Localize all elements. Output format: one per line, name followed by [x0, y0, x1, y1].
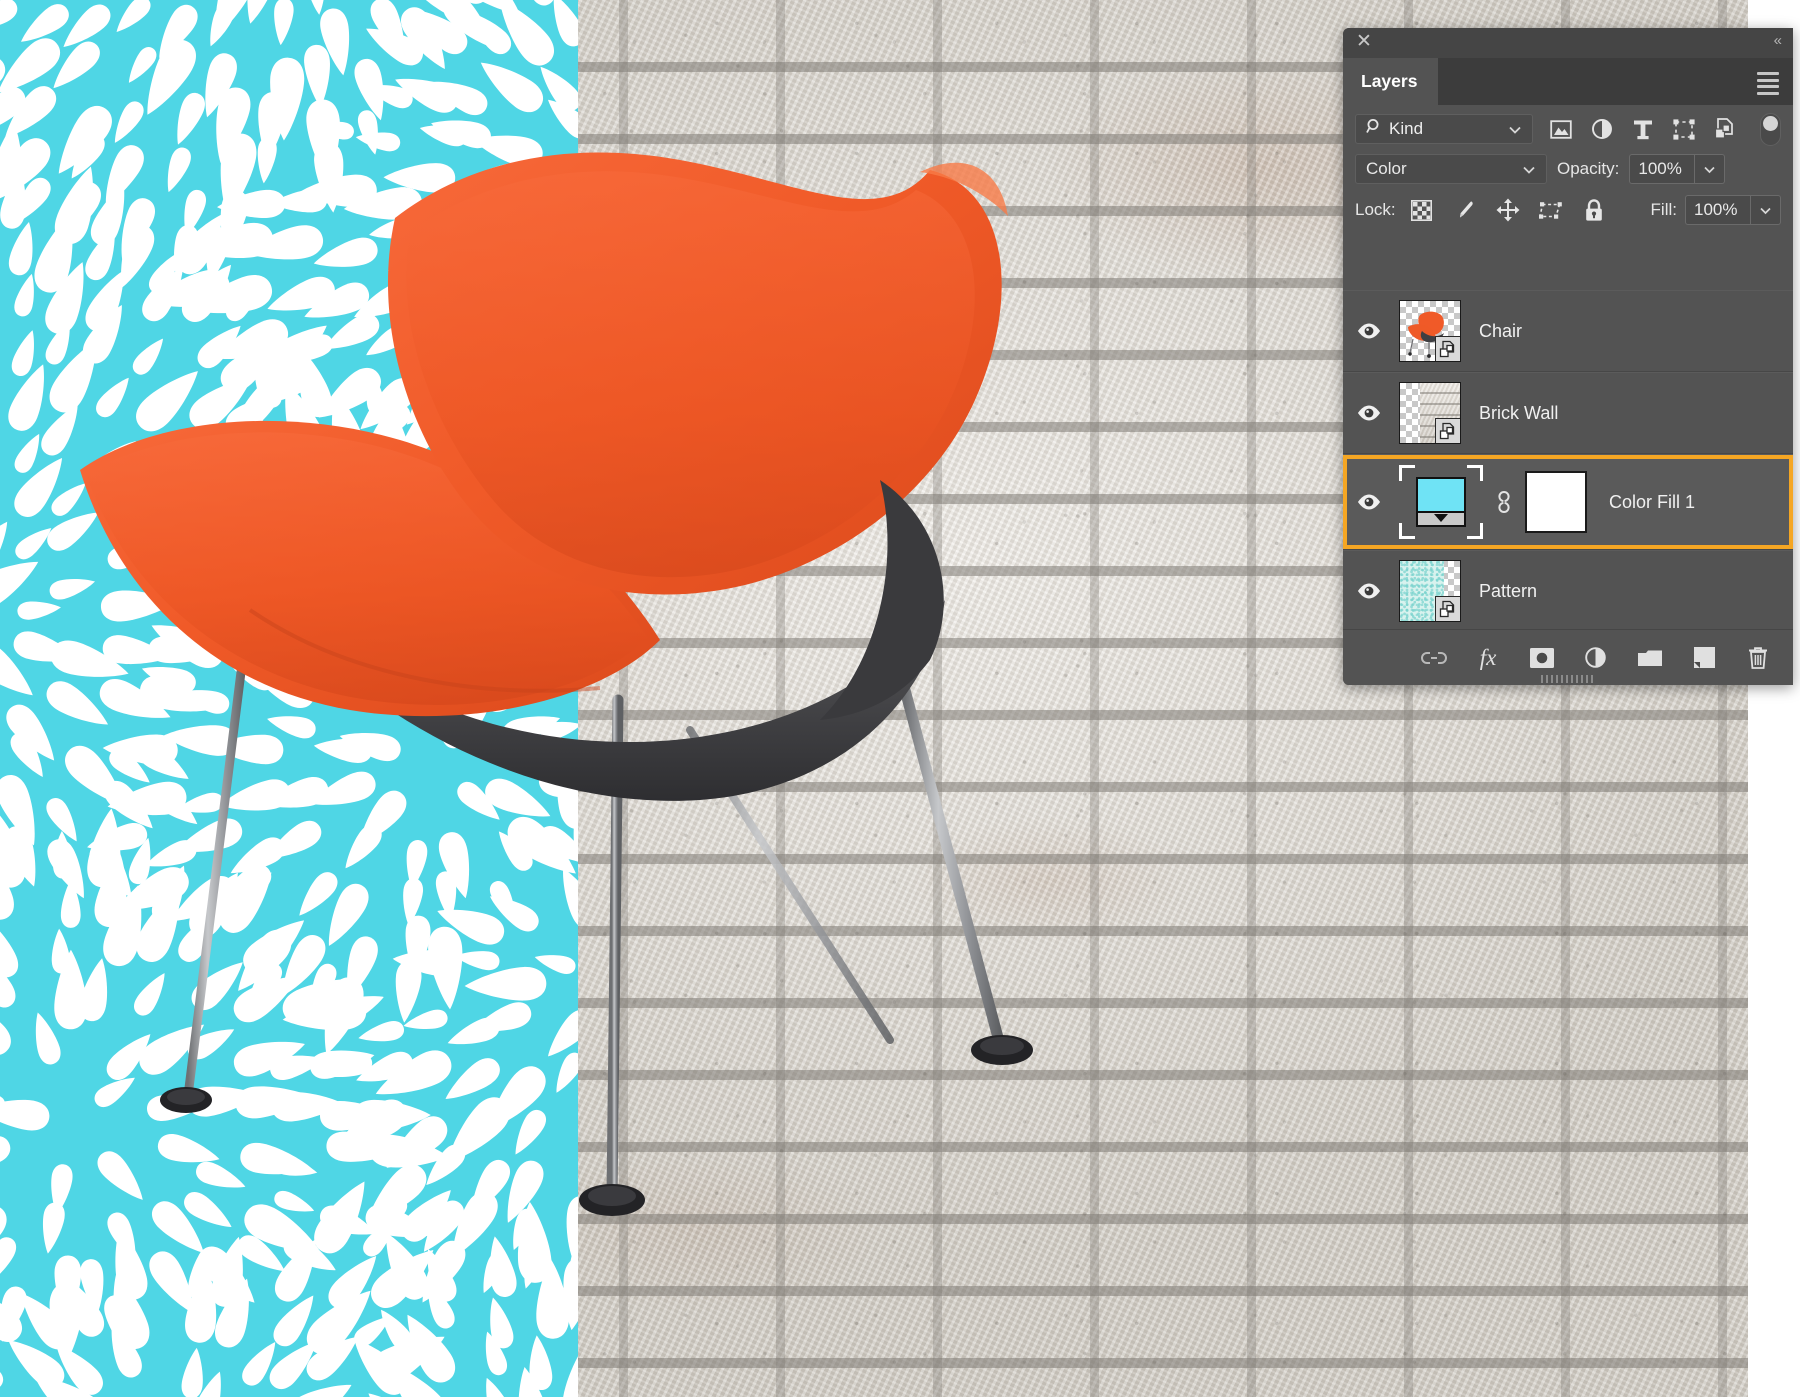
layers-panel-footer: fx	[1343, 629, 1793, 685]
search-icon	[1366, 118, 1383, 140]
new-adjustment-layer-icon[interactable]	[1583, 645, 1609, 671]
filter-type-icons	[1549, 112, 1781, 146]
canvas-pattern-layer	[0, 0, 578, 1397]
tab-layers[interactable]: Layers	[1343, 58, 1438, 105]
photoshop-screen: ✕ « Layers Kind Color Opacity: 100% Lock…	[0, 0, 1800, 1397]
filter-shape-layers-icon[interactable]	[1672, 117, 1696, 141]
smart-object-badge-icon	[1435, 418, 1460, 443]
blend-mode-select[interactable]: Color	[1355, 154, 1547, 184]
layer-name-label[interactable]: Chair	[1479, 321, 1522, 342]
blend-opacity-row: Color Opacity: 100%	[1355, 149, 1781, 189]
layer-name-label[interactable]: Pattern	[1479, 581, 1537, 602]
active-thumbnail-brackets	[1399, 465, 1483, 539]
panel-resize-grip[interactable]	[1541, 675, 1595, 683]
layer-visibility-toggle-chair[interactable]	[1343, 322, 1395, 340]
thumbnail-chair-image	[1399, 300, 1461, 362]
new-group-icon[interactable]	[1637, 645, 1663, 671]
thumbnail-pattern-image	[1399, 560, 1461, 622]
opacity-stepper-caret-icon[interactable]	[1695, 154, 1726, 184]
smart-object-badge-icon	[1435, 336, 1460, 361]
chevron-down-icon[interactable]	[1508, 122, 1522, 142]
close-icon[interactable]: ✕	[1355, 32, 1373, 51]
layer-visibility-toggle-brick-wall[interactable]	[1343, 404, 1395, 422]
fill-label: Fill:	[1650, 200, 1677, 219]
thumbnail-solid-color-fill[interactable]	[1416, 477, 1466, 527]
lock-image-pixels-icon[interactable]	[1453, 198, 1477, 222]
blend-mode-value: Color	[1366, 159, 1407, 178]
filter-smart-objects-icon[interactable]	[1713, 117, 1737, 141]
layer-name-label[interactable]: Brick Wall	[1479, 403, 1558, 424]
table-row[interactable]: Pattern	[1343, 550, 1793, 632]
lock-position-icon[interactable]	[1496, 198, 1520, 222]
tab-layers-label: Layers	[1361, 71, 1418, 91]
color-fill-thumbnail-group[interactable]	[1395, 465, 1587, 539]
filter-kind-label: Kind	[1389, 119, 1424, 138]
delete-layer-icon[interactable]	[1745, 645, 1771, 671]
layer-list[interactable]: Chair Brick Wall Color Fill 1 Pattern	[1343, 290, 1793, 632]
filter-kind-select[interactable]: Kind	[1355, 114, 1533, 144]
table-row[interactable]: Color Fill 1	[1343, 454, 1793, 550]
color-fill-slider-strip	[1418, 511, 1464, 525]
smart-object-badge-icon	[1435, 596, 1460, 621]
filter-row: Kind	[1355, 105, 1781, 149]
thumbnail-brick-image	[1399, 382, 1461, 444]
table-row[interactable]: Brick Wall	[1343, 372, 1793, 454]
opacity-label: Opacity:	[1557, 159, 1620, 178]
fill-input[interactable]: 100%	[1685, 195, 1751, 225]
lock-buttons	[1410, 198, 1606, 222]
filter-adjustment-layers-icon[interactable]	[1590, 117, 1614, 141]
layer-thumbnail-chair[interactable]	[1395, 300, 1461, 362]
layers-panel[interactable]: ✕ « Layers Kind Color Opacity: 100% Lock…	[1343, 28, 1793, 685]
panel-body: Kind Color Opacity: 100% Lock: Fill: 100…	[1343, 105, 1793, 231]
layer-visibility-toggle-pattern[interactable]	[1343, 582, 1395, 600]
filter-pixel-layers-icon[interactable]	[1549, 117, 1573, 141]
lock-label: Lock:	[1355, 200, 1396, 219]
lock-fill-row: Lock: Fill: 100%	[1355, 189, 1781, 231]
panel-titlebar: ✕ «	[1343, 28, 1793, 58]
thumbnail-layer-mask[interactable]	[1525, 471, 1587, 533]
tab-strip-empty	[1438, 58, 1793, 105]
chevron-down-icon[interactable]	[1522, 162, 1536, 182]
layer-visibility-toggle-color-fill-1[interactable]	[1343, 493, 1395, 511]
fill-field-group[interactable]: 100%	[1685, 195, 1781, 225]
layer-thumbnail-pattern[interactable]	[1395, 560, 1461, 622]
layer-styles-fx-icon[interactable]: fx	[1475, 645, 1501, 671]
lock-artboard-nesting-icon[interactable]	[1538, 198, 1563, 222]
link-mask-icon[interactable]	[1493, 489, 1515, 515]
opacity-input[interactable]: 100%	[1629, 154, 1696, 184]
layer-thumbnail-brick-wall[interactable]	[1395, 382, 1461, 444]
new-layer-icon[interactable]	[1691, 645, 1717, 671]
table-row[interactable]: Chair	[1343, 290, 1793, 372]
link-layers-icon[interactable]	[1421, 645, 1447, 671]
fill-stepper-caret-icon[interactable]	[1751, 195, 1781, 225]
filter-type-layers-icon[interactable]	[1631, 117, 1655, 141]
opacity-field-group[interactable]: 100%	[1629, 154, 1726, 184]
pattern-petals	[0, 0, 578, 1397]
add-layer-mask-icon[interactable]	[1529, 645, 1555, 671]
panel-menu-icon[interactable]	[1757, 72, 1779, 95]
collapse-panel-icon[interactable]: «	[1774, 32, 1782, 49]
lock-transparent-pixels-icon[interactable]	[1410, 198, 1434, 222]
filter-enable-toggle[interactable]	[1760, 112, 1781, 146]
layer-name-label[interactable]: Color Fill 1	[1609, 492, 1695, 513]
lock-all-icon[interactable]	[1582, 198, 1606, 222]
panel-tab-strip: Layers	[1343, 58, 1793, 105]
